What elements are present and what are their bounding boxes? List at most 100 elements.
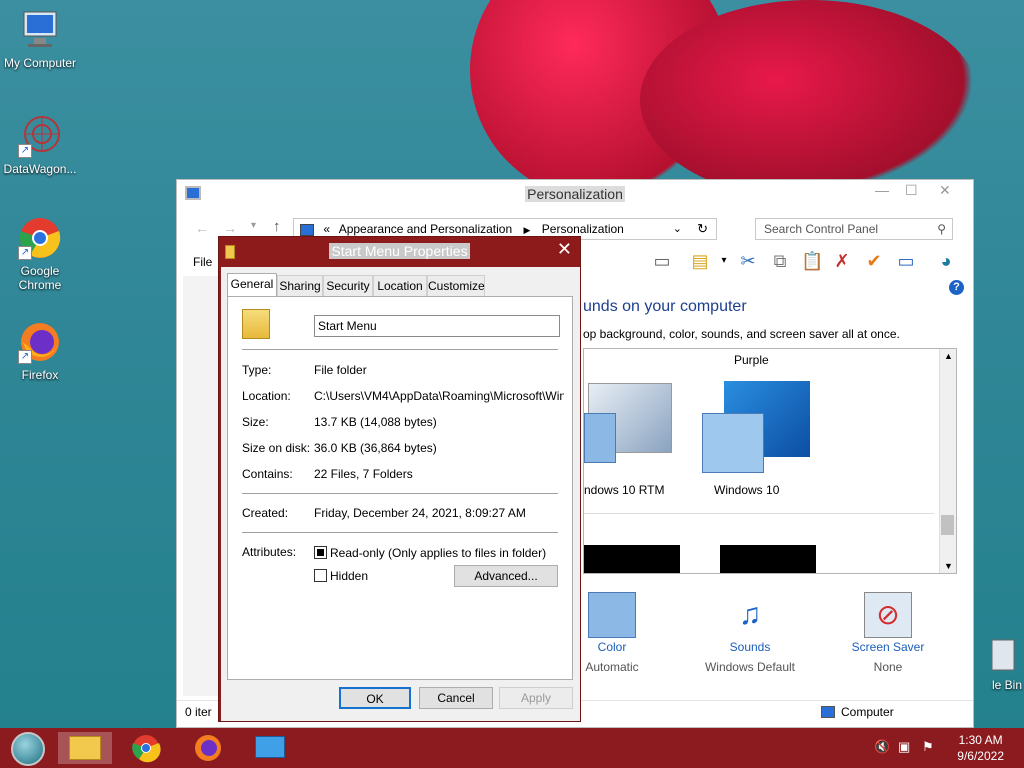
desktop-icon-firefox[interactable]: ↗ Firefox <box>0 320 80 382</box>
firefox-icon <box>195 735 221 761</box>
field-label: Size: <box>242 415 269 429</box>
refresh-icon[interactable]: ↻ <box>697 219 708 239</box>
desktop-icon-label: DataWagon... <box>3 162 77 176</box>
paste-icon[interactable]: 📋 <box>801 250 823 272</box>
shortcut-arrow-icon: ↗ <box>18 350 32 364</box>
color-icon <box>588 592 636 638</box>
scroll-up-icon[interactable]: ▲ <box>944 351 953 361</box>
scroll-thumb[interactable] <box>941 515 954 535</box>
tab-sharing[interactable]: Sharing <box>277 275 323 297</box>
taskbar-chrome[interactable] <box>122 732 170 764</box>
divider <box>242 349 558 350</box>
divider <box>584 513 934 514</box>
desktop-icon-datawagon[interactable]: ↗ DataWagon... <box>0 114 80 176</box>
copy-icon[interactable]: ⧉ <box>769 250 791 272</box>
dropdown-icon[interactable]: ▾ <box>713 250 735 272</box>
sounds-setting[interactable]: ♫ Sounds Windows Default <box>685 592 815 674</box>
desktop-icon-chrome[interactable]: ↗ Google Chrome <box>0 216 80 292</box>
cancel-button[interactable]: Cancel <box>419 687 493 709</box>
delete-icon[interactable]: ✗ <box>831 250 853 272</box>
shortcut-arrow-icon: ↗ <box>18 246 32 260</box>
taskbar-firefox[interactable] <box>184 732 232 764</box>
field-value: 22 Files, 7 Folders <box>314 467 413 481</box>
datawagon-icon: ↗ <box>18 114 62 158</box>
firefox-icon: ↗ <box>18 320 62 364</box>
clock[interactable]: 1:30 AM 9/6/2022 <box>957 732 1004 764</box>
desktop-icon-label: Firefox <box>21 368 59 382</box>
folder-check-icon[interactable]: ▤ <box>689 250 711 272</box>
volume-muted-icon[interactable]: 🔇 <box>874 739 890 755</box>
control-panel-icon <box>300 223 314 236</box>
field-value: 13.7 KB (14,088 bytes) <box>314 415 437 429</box>
desktop-icon-my-computer[interactable]: My Computer <box>0 8 80 70</box>
advanced-button[interactable]: Advanced... <box>454 565 558 587</box>
taskbar-control-panel[interactable] <box>246 732 294 764</box>
tab-security[interactable]: Security <box>323 275 373 297</box>
dialog-close-button[interactable]: ✕ <box>557 239 572 260</box>
general-panel: Start Menu Type: File folder Location: C… <box>227 296 573 680</box>
theme-item-windows-10[interactable]: Windows 10 <box>694 373 824 497</box>
readonly-label: Read-only (Only applies to files in fold… <box>330 546 547 560</box>
tab-general[interactable]: General <box>227 273 277 298</box>
color-palette-icon <box>584 413 616 463</box>
recent-dropdown-icon[interactable]: ▾ <box>251 220 256 231</box>
forward-arrow-icon[interactable]: → <box>223 220 237 236</box>
tab-customize[interactable]: Customize <box>427 275 485 297</box>
checkmark-icon[interactable]: ✔ <box>863 250 885 272</box>
layout-icon[interactable]: ▭ <box>651 250 673 272</box>
divider <box>242 532 558 533</box>
color-palette-icon <box>702 413 764 473</box>
wallpaper-petal <box>640 0 980 200</box>
globe-icon[interactable]: ◕ <box>935 250 957 272</box>
field-value: C:\Users\VM4\AppData\Roaming\Microsoft\W… <box>314 389 564 403</box>
minimize-button[interactable]: — <box>875 182 889 198</box>
address-dropdown-icon[interactable]: ⌄ <box>673 219 682 239</box>
windows-orb-icon <box>11 732 45 766</box>
screen-saver-setting[interactable]: ⊘ Screen Saver None <box>823 592 953 674</box>
field-label: Type: <box>242 363 272 377</box>
folder-name-input[interactable]: Start Menu <box>314 315 560 337</box>
rename-icon[interactable]: ▭ <box>895 250 917 272</box>
breadcrumb-personalization[interactable]: Personalization <box>542 222 624 236</box>
page-subheading: op background, color, sounds, and screen… <box>583 327 900 341</box>
field-label: Size on disk: <box>242 441 311 455</box>
back-arrow-icon[interactable]: ← <box>195 220 209 236</box>
dialog-title: Start Menu Properties <box>329 243 470 259</box>
action-center-icon[interactable]: ⚑ <box>922 739 934 755</box>
search-input[interactable]: Search Control Panel ⚲ <box>755 218 953 240</box>
properties-dialog[interactable]: Start Menu Properties ✕ General Sharing … <box>218 236 581 722</box>
help-icon[interactable]: ? <box>949 280 964 295</box>
menu-file[interactable]: File <box>193 255 212 269</box>
sounds-icon: ♫ <box>738 598 762 631</box>
search-icon: ⚲ <box>937 222 946 236</box>
theme-item-windows-10-rtm[interactable]: ndows 10 RTM <box>584 373 680 497</box>
breadcrumb-appearance[interactable]: Appearance and Personalization <box>339 222 512 236</box>
created-value: Friday, December 24, 2021, 8:09:27 AM <box>314 506 526 520</box>
page-heading: unds on your computer <box>583 298 747 315</box>
scroll-down-icon[interactable]: ▼ <box>944 561 953 571</box>
hidden-checkbox[interactable] <box>314 569 327 582</box>
window-title: Personalization <box>525 186 625 202</box>
theme-list[interactable]: Purple ndows 10 RTM Windows 10 ▲ ▼ <box>583 348 957 574</box>
start-button[interactable] <box>4 732 52 766</box>
vertical-scrollbar[interactable]: ▲ ▼ <box>939 349 956 573</box>
chrome-icon <box>132 735 161 763</box>
breadcrumb-separator-icon: ▶ <box>523 225 531 235</box>
breadcrumb-prefix: « <box>323 222 331 236</box>
shortcut-arrow-icon: ↗ <box>18 144 32 158</box>
maximize-button[interactable]: ☐ <box>905 182 918 199</box>
readonly-checkbox[interactable] <box>314 546 327 559</box>
close-button[interactable]: ✕ <box>939 182 951 199</box>
taskbar: 🔇 ▣ ⚑ 1:30 AM 9/6/2022 <box>0 728 1024 768</box>
cut-icon[interactable]: ✂ <box>737 250 759 272</box>
up-arrow-icon[interactable]: ↑ <box>273 218 281 235</box>
computer-icon <box>18 8 62 52</box>
theme-group-label: Purple <box>734 353 769 367</box>
apply-button[interactable]: Apply <box>499 687 573 709</box>
hidden-label: Hidden <box>330 569 369 583</box>
control-panel-icon <box>255 736 285 758</box>
tab-location[interactable]: Location <box>373 275 427 297</box>
taskbar-file-explorer[interactable] <box>58 732 112 764</box>
ok-button[interactable]: OK <box>339 687 411 709</box>
network-icon[interactable]: ▣ <box>898 739 910 755</box>
